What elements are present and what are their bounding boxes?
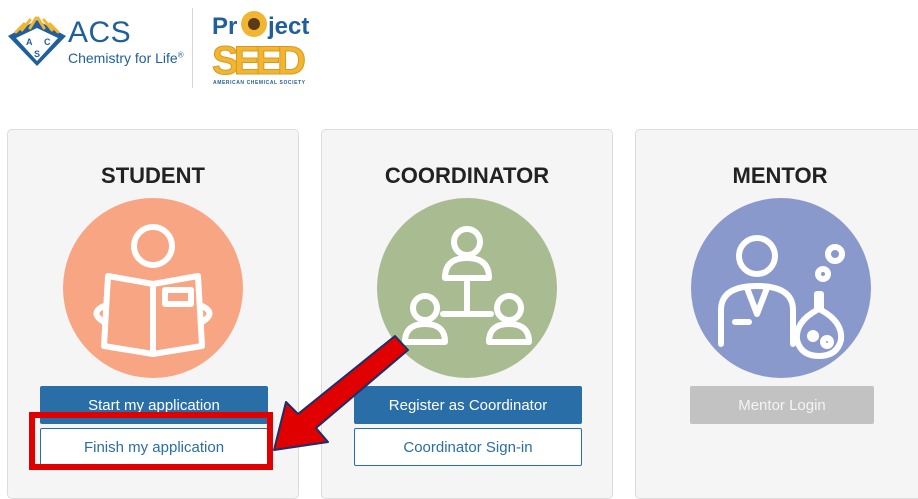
acs-tagline-text: Chemistry for Life [68, 50, 178, 66]
logo-divider [192, 8, 193, 88]
project-seed-logo[interactable]: Pr ject SEED AMERICAN CHEMICAL SOCIETY [210, 4, 310, 90]
acs-emblem-icon: A C S [8, 16, 66, 66]
scientist-flask-icon [718, 235, 845, 359]
annotation-arrow-icon [273, 335, 409, 451]
seed-subtitle: AMERICAN CHEMICAL SOCIETY [213, 80, 306, 86]
reading-student-icon [93, 224, 213, 357]
sunflower-icon [241, 11, 267, 37]
acs-wordmark: ACS [68, 16, 132, 49]
seed-wordmark: SEED [212, 39, 306, 83]
annotation-highlight-box [29, 412, 273, 470]
registered-mark: ® [177, 50, 184, 60]
project-word-right: ject [267, 13, 309, 40]
mentor-circle [691, 198, 871, 378]
mentor-login-button[interactable]: Mentor Login [690, 386, 874, 424]
project-word-left: Pr [212, 13, 237, 40]
student-circle [63, 198, 243, 378]
acs-tagline: Chemistry for Life® [68, 50, 184, 66]
coordinator-card-title: COORDINATOR [384, 163, 550, 188]
acs-letter-a: A [26, 37, 33, 47]
mentor-card: MENTOR Mentor Login [635, 129, 918, 499]
acs-logo[interactable]: A C S ACS Chemistry for Life® [6, 14, 186, 74]
acs-letter-s: S [34, 49, 40, 59]
student-card-title: STUDENT [101, 163, 205, 188]
acs-letter-c: C [44, 37, 51, 47]
mentor-card-title: MENTOR [732, 163, 828, 188]
